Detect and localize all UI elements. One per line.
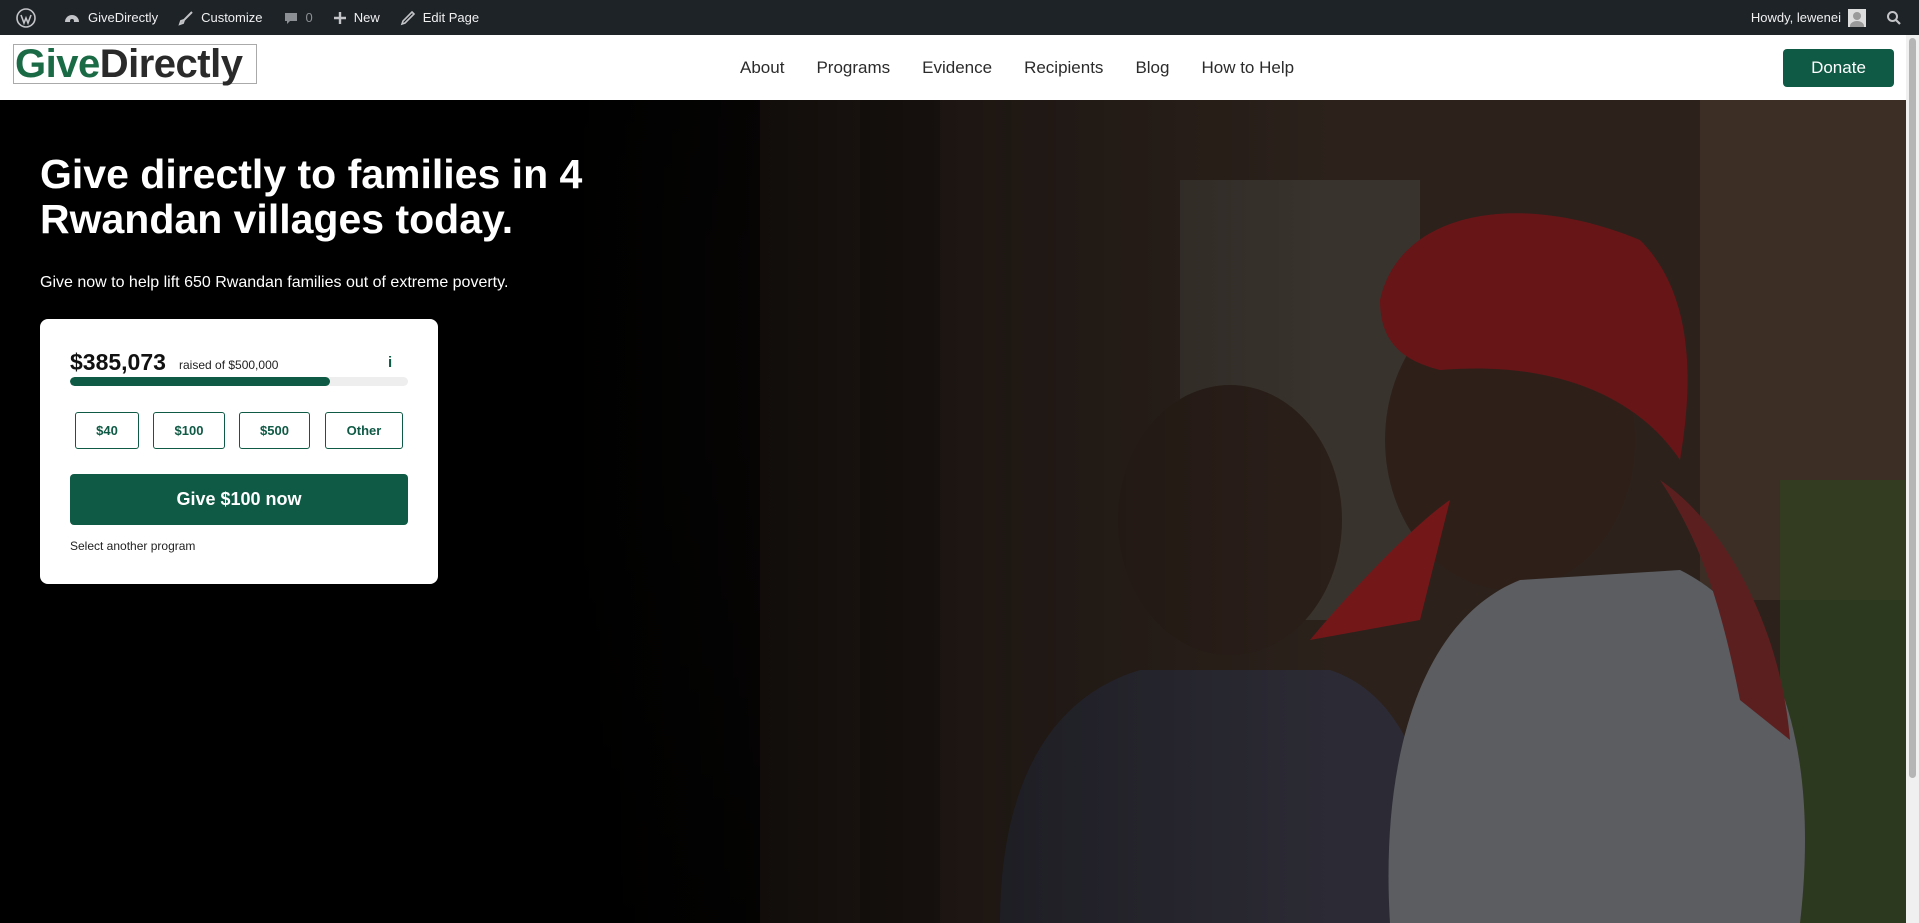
amount-40-button[interactable]: $40: [75, 412, 139, 449]
amount-other-button[interactable]: Other: [325, 412, 403, 449]
main-nav: About Programs Evidence Recipients Blog …: [740, 35, 1326, 100]
admin-customize-label: Customize: [201, 10, 263, 25]
logo-give-text: Give: [15, 42, 100, 86]
admin-customize-link[interactable]: Customize: [168, 0, 272, 35]
progress-bar-fill: [70, 377, 331, 386]
nav-item-recipients[interactable]: Recipients: [1024, 58, 1103, 78]
site-header: Give Directly About Programs Evidence Rec…: [0, 35, 1906, 100]
nav-item-programs[interactable]: Programs: [816, 58, 890, 78]
admin-edit-page-label: Edit Page: [422, 10, 480, 25]
avatar: [1848, 8, 1866, 27]
comment-icon: [284, 12, 297, 24]
hero-subtitle: Give now to help lift 650 Rwandan famili…: [40, 274, 509, 291]
select-another-program-link[interactable]: Select another program: [70, 539, 195, 553]
hero-section: Give directly to families in 4 Rwandan v…: [0, 100, 1906, 923]
wp-admin-bar: GiveDirectly Customize 0 New Edit Page H…: [0, 0, 1919, 35]
amount-raised: $385,073: [70, 349, 166, 375]
admin-new-link[interactable]: New: [323, 0, 390, 35]
dashboard-icon: [65, 14, 79, 23]
admin-new-label: New: [353, 10, 380, 25]
raised-of-goal: raised of $500,000: [179, 358, 279, 372]
hero-title: Give directly to families in 4 Rwandan v…: [40, 151, 583, 242]
nav-item-evidence[interactable]: Evidence: [922, 58, 992, 78]
progress-bar: [70, 377, 408, 386]
site-logo[interactable]: Give Directly: [13, 44, 257, 84]
pencil-icon: [400, 10, 415, 25]
info-icon[interactable]: i: [388, 354, 392, 371]
admin-site-name: GiveDirectly: [88, 10, 159, 25]
donate-button[interactable]: Donate: [1783, 49, 1894, 87]
logo-directly-text: Directly: [99, 42, 243, 86]
admin-howdy-label: Howdy, lewenei: [1750, 10, 1841, 25]
admin-comments-link[interactable]: 0: [273, 0, 323, 35]
admin-search-button[interactable]: [1876, 0, 1919, 35]
give-now-button[interactable]: Give $100 now: [70, 474, 408, 525]
nav-item-blog[interactable]: Blog: [1135, 58, 1169, 78]
admin-edit-page-link[interactable]: Edit Page: [390, 0, 489, 35]
amount-100-button[interactable]: $100: [153, 412, 225, 449]
plus-icon: [333, 11, 346, 24]
admin-comments-count: 0: [305, 10, 313, 25]
page-scrollbar[interactable]: [1906, 35, 1919, 923]
brush-icon: [178, 10, 193, 26]
admin-account-menu[interactable]: Howdy, lewenei: [1741, 0, 1876, 35]
scrollbar-thumb[interactable]: [1909, 38, 1916, 778]
nav-item-how-to-help[interactable]: How to Help: [1201, 58, 1294, 78]
search-icon: [1887, 10, 1901, 25]
wordpress-logo-icon[interactable]: [6, 0, 53, 35]
amount-500-button[interactable]: $500: [239, 412, 310, 449]
donation-card: $385,073 raised of $500,000 i $40 $100 $…: [40, 319, 438, 584]
nav-item-about[interactable]: About: [740, 58, 784, 78]
admin-site-link[interactable]: GiveDirectly: [53, 0, 168, 35]
